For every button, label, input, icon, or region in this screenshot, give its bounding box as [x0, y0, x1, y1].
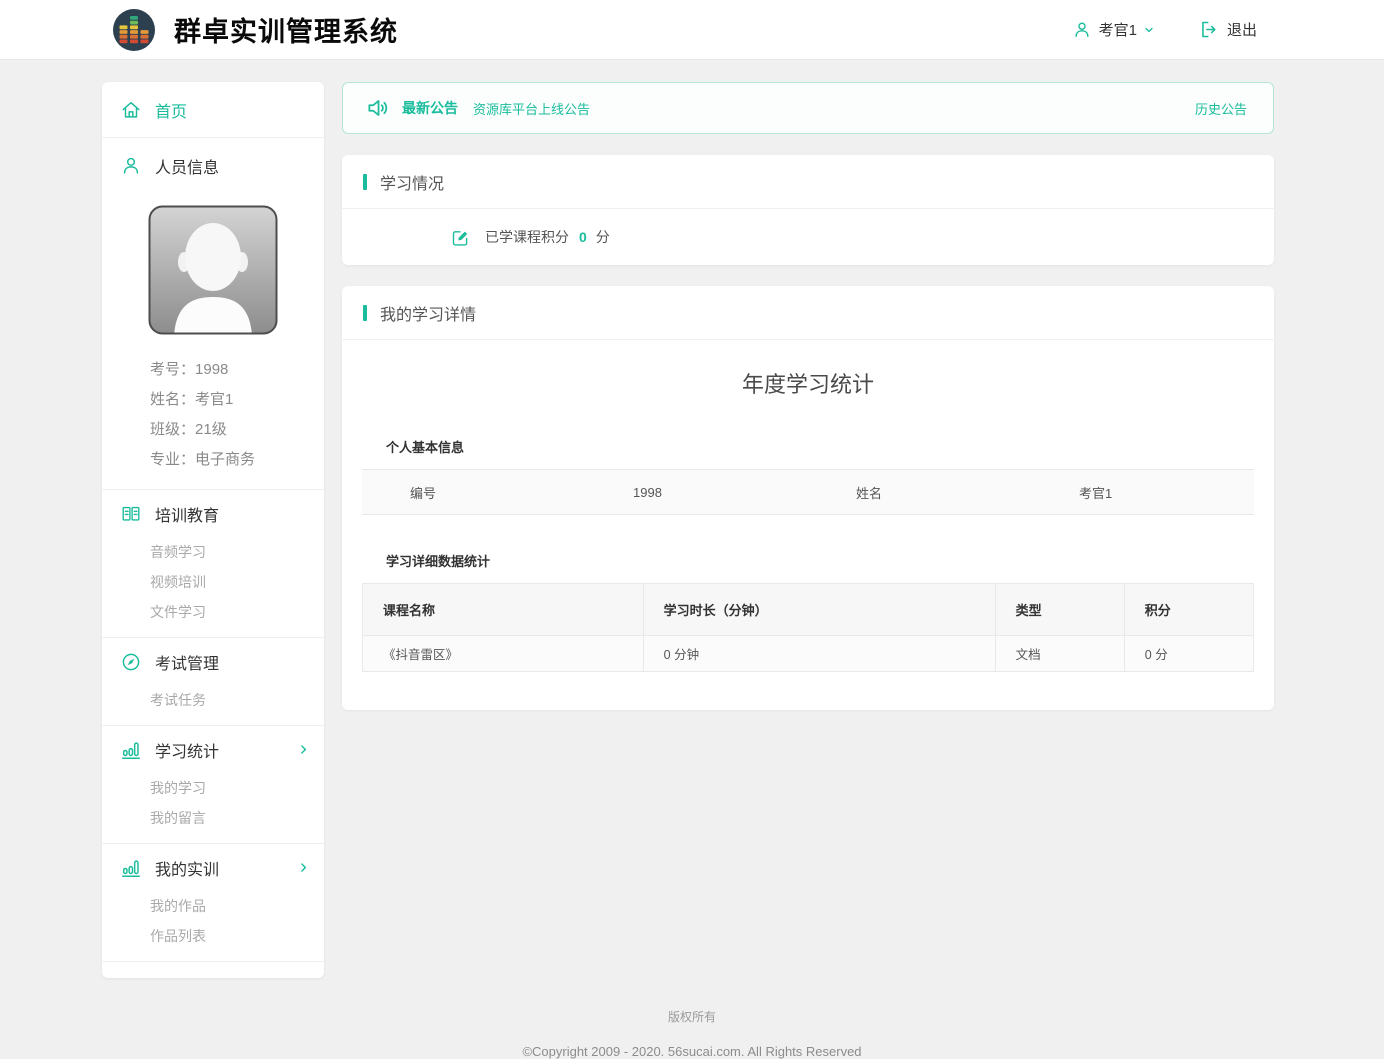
detail-table-title: 学习详细数据统计 [386, 551, 1254, 570]
page-title: 群卓实训管理系统 [174, 10, 398, 49]
topbar-right: 考官1 退出 [1072, 19, 1257, 40]
score-label: 已学课程积分 [485, 227, 569, 247]
announcement-badge: 最新公告 [402, 98, 458, 118]
user-menu[interactable]: 考官1 [1072, 19, 1155, 40]
brand: 群卓实训管理系统 [112, 8, 398, 52]
sidebar-item-label: 首页 [155, 98, 187, 122]
content-layout: 首页 人员信息 [0, 60, 1384, 978]
info-name-label: 姓名 [808, 483, 1031, 502]
chevron-right-icon [297, 861, 310, 874]
logout-button[interactable]: 退出 [1199, 19, 1257, 40]
info-id-value: 1998 [585, 485, 808, 500]
logout-label: 退出 [1227, 19, 1257, 40]
profile-field-major: 专业：电子商务 [150, 445, 314, 475]
sidebar-item-training[interactable]: 培训教育 [102, 490, 324, 537]
score-value: 0 [579, 229, 587, 245]
study-status-card: 学习情况 已学课程积分 0 分 [342, 155, 1274, 265]
sidebar-subitem-works-list[interactable]: 作品列表 [150, 921, 324, 951]
footer: 版权所有 ©Copyright 2009 - 2020. 56sucai.com… [0, 1008, 1384, 1059]
profile-field-name: 姓名：考官1 [150, 385, 314, 415]
user-icon [1072, 20, 1092, 40]
sub-list-study-stats: 我的学习 我的留言 [102, 773, 324, 843]
sidebar-subitem-video-training[interactable]: 视频培训 [150, 567, 324, 597]
main-content: 最新公告 资源库平台上线公告 历史公告 学习情况 已学课程积分 0 分 [342, 82, 1274, 710]
top-bar: 群卓实训管理系统 考官1 [0, 0, 1384, 60]
sidebar-item-profile[interactable]: 人员信息 [102, 138, 324, 193]
divider [102, 961, 324, 962]
card-header: 学习情况 [342, 155, 1274, 209]
announcement-link[interactable]: 资源库平台上线公告 [473, 99, 590, 118]
cell-type: 文档 [995, 636, 1124, 672]
col-points: 积分 [1124, 584, 1253, 636]
copyright-en: ©Copyright 2009 - 2020. 56sucai.com. All… [0, 1044, 1384, 1059]
sidebar-item-label: 学习统计 [155, 738, 219, 762]
score-unit: 分 [596, 227, 610, 247]
bar-chart-icon [120, 857, 142, 879]
study-detail-table: 课程名称 学习时长（分钟） 类型 积分 《抖音雷区》 0 分钟 文档 0 分 [362, 583, 1254, 672]
sidebar-item-my-practice[interactable]: 我的实训 [102, 844, 324, 891]
user-name: 考官1 [1099, 19, 1137, 40]
sidebar: 首页 人员信息 [102, 82, 324, 978]
sub-list-my-practice: 我的作品 作品列表 [102, 891, 324, 961]
info-id-label: 编号 [362, 483, 585, 502]
sidebar-item-study-stats[interactable]: 学习统计 [102, 726, 324, 773]
sidebar-subitem-my-works[interactable]: 我的作品 [150, 891, 324, 921]
avatar-wrap [102, 193, 324, 355]
annual-stats-title: 年度学习统计 [362, 340, 1254, 407]
table-row: 《抖音雷区》 0 分钟 文档 0 分 [363, 636, 1254, 672]
info-name-value: 考官1 [1031, 483, 1254, 502]
speaker-icon [365, 95, 391, 121]
sidebar-item-home[interactable]: 首页 [102, 82, 324, 137]
table-header-row: 课程名称 学习时长（分钟） 类型 积分 [363, 584, 1254, 636]
chevron-right-icon [297, 743, 310, 756]
logout-icon [1199, 19, 1220, 40]
app-logo-icon [112, 8, 156, 52]
sidebar-subitem-exam-task[interactable]: 考试任务 [150, 685, 324, 715]
card-title: 学习情况 [380, 170, 444, 194]
col-duration: 学习时长（分钟） [643, 584, 995, 636]
home-icon [120, 99, 142, 121]
title-accent-bar [363, 174, 367, 190]
study-detail-body: 年度学习统计 个人基本信息 编号 1998 姓名 考官1 学习详细数据统计 课程… [342, 340, 1274, 710]
sidebar-subitem-audio-study[interactable]: 音频学习 [150, 537, 324, 567]
profile-field-exam-no: 考号：1998 [150, 355, 314, 385]
col-course-name: 课程名称 [363, 584, 644, 636]
basic-info-row: 编号 1998 姓名 考官1 [362, 469, 1254, 515]
avatar [148, 205, 278, 335]
cell-points: 0 分 [1124, 636, 1253, 672]
card-header: 我的学习详情 [342, 286, 1274, 340]
sidebar-subitem-file-study[interactable]: 文件学习 [150, 597, 324, 627]
bar-chart-icon [120, 739, 142, 761]
person-icon [120, 155, 142, 177]
title-accent-bar [363, 305, 367, 321]
sidebar-subitem-my-messages[interactable]: 我的留言 [150, 803, 324, 833]
cell-course-name: 《抖音雷区》 [363, 636, 644, 672]
chevron-down-icon [1143, 24, 1155, 36]
col-type: 类型 [995, 584, 1124, 636]
sidebar-item-label: 培训教育 [155, 502, 219, 526]
study-status-body: 已学课程积分 0 分 [342, 209, 1274, 265]
profile-fields: 考号：1998 姓名：考官1 班级：21级 专业：电子商务 [102, 355, 324, 489]
study-detail-card: 我的学习详情 年度学习统计 个人基本信息 编号 1998 姓名 考官1 学习详细… [342, 286, 1274, 710]
copyright-cn: 版权所有 [0, 1008, 1384, 1025]
sidebar-item-label: 人员信息 [155, 154, 219, 178]
basic-info-title: 个人基本信息 [386, 437, 1254, 456]
sidebar-subitem-my-study[interactable]: 我的学习 [150, 773, 324, 803]
sub-list-training: 音频学习 视频培训 文件学习 [102, 537, 324, 637]
card-title: 我的学习详情 [380, 301, 476, 325]
sidebar-item-label: 考试管理 [155, 650, 219, 674]
profile-field-class: 班级：21级 [150, 415, 314, 445]
cell-duration: 0 分钟 [643, 636, 995, 672]
announcement-bar: 最新公告 资源库平台上线公告 历史公告 [342, 82, 1274, 134]
sub-list-exam: 考试任务 [102, 685, 324, 725]
sidebar-item-label: 我的实训 [155, 856, 219, 880]
open-book-icon [120, 503, 142, 525]
history-announcements-link[interactable]: 历史公告 [1195, 99, 1247, 118]
edit-square-icon [450, 227, 471, 248]
compass-icon [120, 651, 142, 673]
sidebar-item-exam-mgmt[interactable]: 考试管理 [102, 638, 324, 685]
